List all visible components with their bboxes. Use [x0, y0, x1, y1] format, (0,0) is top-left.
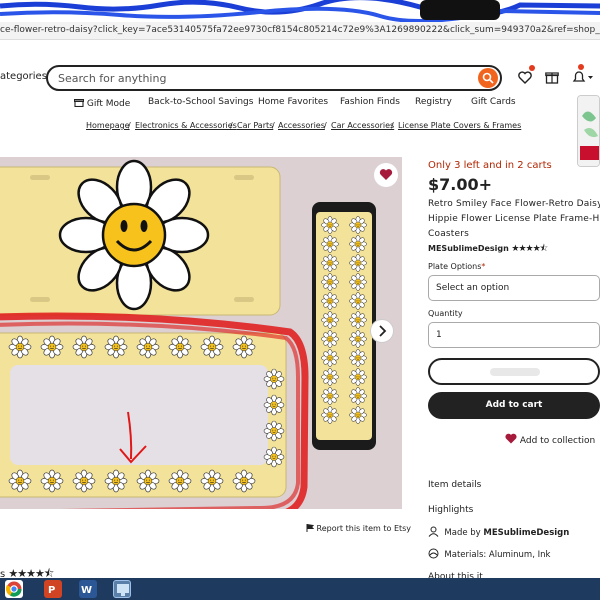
shop-rating: ★★★★⯪ [511, 244, 548, 254]
search-input[interactable]: Search for anything [58, 72, 166, 85]
plate-options-label: Plate Options* [428, 262, 486, 271]
nav-item-fashion-finds[interactable]: Fashion Finds [340, 97, 400, 107]
highlight-made-by: Made by MESublimeDesign [428, 526, 569, 538]
title-line: Coasters [428, 229, 470, 239]
nav-item-back-to-school[interactable]: Back-to-School Savings [148, 97, 253, 107]
gift-icon [74, 99, 84, 108]
search-bar[interactable]: Search for anything [46, 65, 502, 91]
site-header: ategories Search for anything [0, 40, 600, 130]
breadcrumb-accessories[interactable]: Accessories [278, 121, 325, 130]
breadcrumb-electronics[interactable]: Electronics & Accessories [135, 121, 237, 130]
breadcrumb-separator: / [230, 121, 233, 130]
search-button[interactable] [478, 68, 498, 88]
remote-desktop-icon[interactable] [113, 580, 131, 598]
powerpoint-icon[interactable]: P [44, 580, 62, 598]
nav-item-gift-mode[interactable]: Gift Mode [74, 97, 130, 109]
notifications-button[interactable] [572, 64, 594, 88]
item-details-heading[interactable]: Item details [428, 480, 481, 490]
breadcrumb-separator: / [128, 121, 131, 130]
heart-icon [518, 71, 532, 84]
svg-text:W: W [81, 585, 92, 596]
breadcrumb-separator: / [272, 121, 275, 130]
taskbar: P W [0, 578, 600, 600]
breadcrumb-separator: / [391, 121, 394, 130]
quantity-label: Quantity [428, 309, 463, 318]
shop-name-link[interactable]: MESublimeDesign [428, 244, 509, 253]
maker-name[interactable]: MESublimeDesign [483, 528, 569, 538]
product-image[interactable] [0, 157, 402, 509]
chevron-right-icon [379, 325, 387, 337]
highlight-materials: Materials: Aluminum, Ink [428, 548, 550, 560]
word-icon[interactable]: W [79, 580, 97, 598]
redaction-scribble [0, 0, 600, 22]
svg-text:P: P [48, 585, 55, 596]
bell-icon [572, 71, 593, 82]
report-label: Report this item to Etsy [316, 524, 412, 533]
heart-icon [505, 433, 517, 444]
search-icon [482, 72, 494, 84]
quantity-select[interactable]: 1 [428, 322, 600, 348]
title-line: Retro Smiley Face Flower-Retro Daisy Lic [428, 199, 600, 209]
buy-it-now-button[interactable] [428, 358, 600, 385]
report-link[interactable]: Report this item to Etsy [306, 523, 412, 533]
shop-info: MESublimeDesign ★★★★⯪ [428, 241, 548, 257]
nav-item-home-favorites[interactable]: Home Favorites [258, 97, 328, 107]
title-line: Hippie Flower License Plate Frame-Hipp [428, 214, 600, 224]
favorite-button[interactable] [374, 163, 398, 187]
add-to-collection-button[interactable]: Add to collection [505, 433, 595, 446]
categories-button[interactable]: ategories [0, 71, 47, 82]
nav-label: Gift Mode [86, 99, 131, 109]
breadcrumb: Homepage / Electronics & Accessories / C… [0, 121, 600, 135]
nav-item-registry[interactable]: Registry [415, 97, 452, 107]
materials-text: Materials: Aluminum, Ink [444, 550, 551, 560]
user-icon [428, 526, 439, 537]
breadcrumb-plate-covers[interactable]: License Plate Covers & Frames [398, 121, 521, 130]
required-marker: * [481, 262, 486, 271]
materials-icon [428, 548, 439, 559]
nav-item-gift-cards[interactable]: Gift Cards [471, 97, 516, 107]
breadcrumb-homepage[interactable]: Homepage [86, 121, 130, 130]
favorites-button[interactable] [518, 65, 535, 88]
address-bar[interactable]: ce-flower-retro-daisy?click_key=7ace5314… [0, 22, 600, 40]
heart-icon [379, 169, 393, 180]
select-placeholder: Select an option [436, 283, 510, 293]
notification-dot [578, 64, 584, 70]
chrome-icon[interactable] [5, 580, 23, 598]
gift-icon [545, 72, 559, 84]
flag-icon [306, 523, 315, 532]
next-image-button[interactable] [370, 319, 394, 343]
breadcrumb-car-accessories[interactable]: Car Accessories [331, 121, 394, 130]
side-thumbnail[interactable] [577, 95, 600, 167]
thumbnail-image [578, 96, 599, 166]
gift-button[interactable] [545, 69, 559, 88]
highlights-heading: Highlights [428, 505, 474, 515]
product-title: Retro Smiley Face Flower-Retro Daisy Lic… [428, 197, 600, 242]
quantity-value: 1 [436, 330, 442, 340]
stock-urgency: Only 3 left and in 2 carts [428, 160, 552, 171]
breadcrumb-separator: / [324, 121, 327, 130]
annotation-overlay [0, 312, 309, 509]
top-nav: Gift Mode Back-to-School Savings Home Fa… [0, 97, 600, 113]
product-price: $7.00+ [428, 175, 493, 194]
notification-dot [529, 65, 535, 71]
collection-label: Add to collection [519, 436, 596, 446]
breadcrumb-car-parts[interactable]: Car Parts [237, 121, 273, 130]
add-to-cart-button[interactable]: Add to cart [428, 392, 600, 419]
plate-options-select[interactable]: Select an option [428, 275, 600, 301]
blurred-label [490, 368, 540, 376]
